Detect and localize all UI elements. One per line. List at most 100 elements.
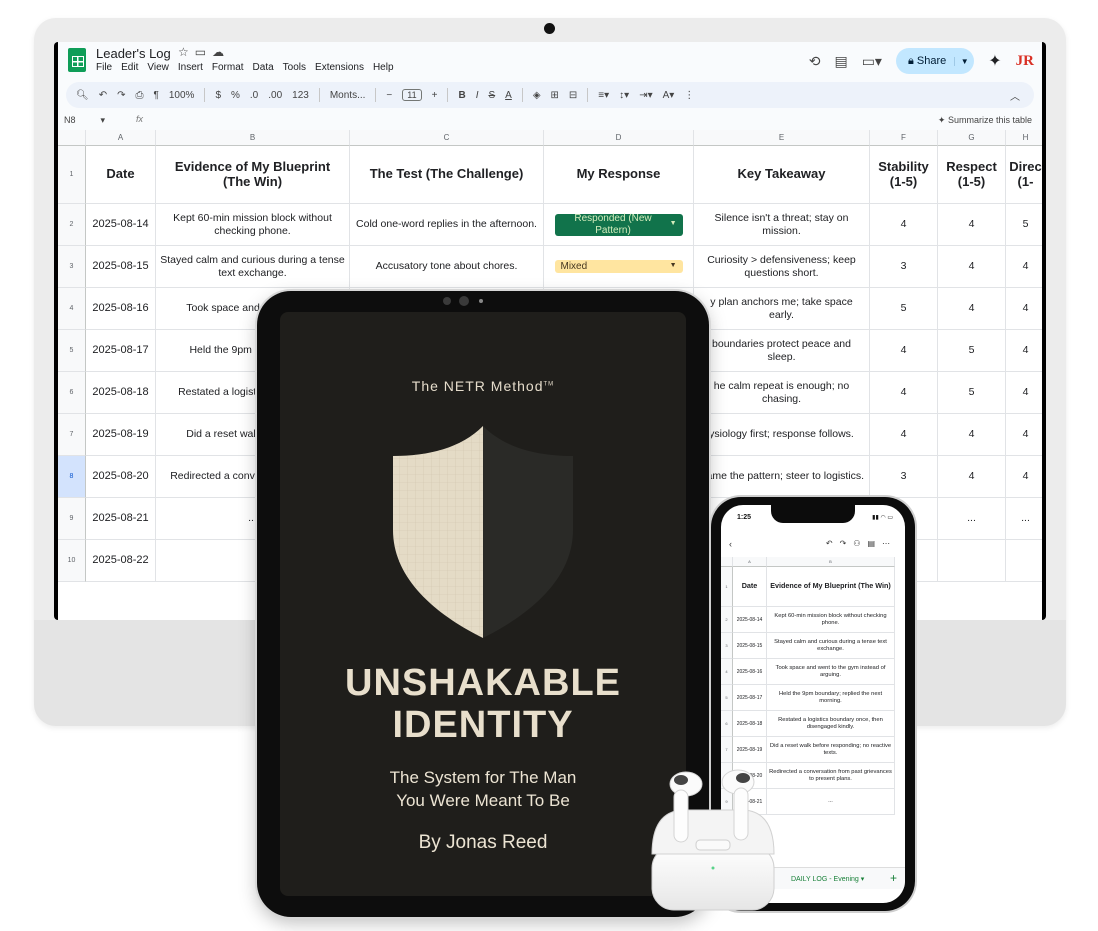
menu-format[interactable]: Format xyxy=(212,62,244,73)
row-header[interactable]: 5 xyxy=(721,685,733,711)
history-icon[interactable]: ⟲ xyxy=(809,53,821,70)
row-header[interactable]: 10 xyxy=(58,540,86,582)
cell-dir[interactable]: 5 xyxy=(1006,204,1042,246)
name-box[interactable]: N8 ▾ xyxy=(64,115,105,126)
cell-stability[interactable]: 4 xyxy=(870,372,938,414)
cell-takeaway[interactable]: y plan anchors me; take space early. xyxy=(694,288,870,330)
column-header-f[interactable]: F xyxy=(870,130,938,146)
column-header-h[interactable]: H xyxy=(1006,130,1042,146)
cell-takeaway[interactable]: he calm repeat is enough; no chasing. xyxy=(694,372,870,414)
fill-color-icon[interactable]: ◈ xyxy=(533,90,541,101)
menu-insert[interactable]: Insert xyxy=(178,62,203,73)
collapse-toolbar-icon[interactable]: ︿ xyxy=(1010,88,1020,103)
cell-date[interactable]: 2025-08-18 xyxy=(86,372,156,414)
menu-edit[interactable]: Edit xyxy=(121,62,138,73)
cell-respect[interactable]: 4 xyxy=(938,246,1006,288)
number-format-button[interactable]: 123 xyxy=(292,90,309,101)
currency-button[interactable]: $ xyxy=(215,90,221,101)
column-header-g[interactable]: G xyxy=(938,130,1006,146)
cell-date[interactable]: 2025-08-19 xyxy=(86,414,156,456)
gemini-sparkle-icon[interactable]: ✦ xyxy=(988,51,1001,71)
cell-takeaway[interactable]: Curiosity > defensiveness; keep question… xyxy=(694,246,870,288)
cell-respect[interactable]: 5 xyxy=(938,372,1006,414)
cell-dir[interactable]: 4 xyxy=(1006,246,1042,288)
menu-file[interactable]: File xyxy=(96,62,112,73)
more-icon[interactable]: ⋯ xyxy=(882,539,897,548)
align-horizontal-icon[interactable]: ≡▾ xyxy=(598,90,609,101)
star-icon[interactable]: ☆ xyxy=(178,45,195,59)
merge-cells-icon[interactable]: ⊟ xyxy=(569,90,577,101)
zoom-select[interactable]: 100% xyxy=(169,90,195,101)
strikethrough-icon[interactable]: S xyxy=(488,90,495,101)
cell-date[interactable]: 2025-08-17 xyxy=(733,685,767,711)
borders-icon[interactable]: ⊞ xyxy=(551,90,559,101)
cell-takeaway[interactable]: Silence isn't a threat; stay on mission. xyxy=(694,204,870,246)
column-header-a[interactable]: A xyxy=(86,130,156,146)
bold-icon[interactable]: B xyxy=(458,90,465,101)
row-header[interactable]: 3 xyxy=(721,633,733,659)
meet-icon[interactable]: ▭▾ xyxy=(862,53,882,70)
cell-date[interactable]: 2025-08-22 xyxy=(86,540,156,582)
cell-takeaway[interactable]: Name the pattern; steer to logistics. xyxy=(694,456,870,498)
cell-win[interactable]: Took space and went to the gym instead o… xyxy=(767,659,895,685)
row-header[interactable]: 2 xyxy=(58,204,86,246)
font-select[interactable]: Monts... xyxy=(330,90,366,101)
cell-win[interactable]: Stayed calm and curious during a tense t… xyxy=(767,633,895,659)
document-title[interactable]: Leader's Log xyxy=(96,46,171,61)
cell-takeaway[interactable]: boundaries protect peace and sleep. xyxy=(694,330,870,372)
header-cell[interactable]: Direc (1- xyxy=(1006,146,1042,204)
header-cell[interactable]: Date xyxy=(86,146,156,204)
row-header[interactable]: 1 xyxy=(721,567,733,607)
row-header[interactable]: 6 xyxy=(58,372,86,414)
print-icon[interactable]: ⎙ xyxy=(135,90,143,101)
add-sheet-button[interactable]: + xyxy=(890,871,897,885)
folder-icon[interactable]: ▭ xyxy=(195,45,212,59)
align-vertical-icon[interactable]: ↕▾ xyxy=(619,90,629,101)
cell-takeaway[interactable]: ysiology first; response follows. xyxy=(694,414,870,456)
cell-win[interactable]: Stayed calm and curious during a tense t… xyxy=(156,246,350,288)
header-cell[interactable]: Evidence of My Blueprint (The Win) xyxy=(156,146,350,204)
cell-win[interactable]: Held the 9pm boundary; replied the next … xyxy=(767,685,895,711)
cell-respect[interactable]: 5 xyxy=(938,330,1006,372)
undo-icon[interactable]: ↶ xyxy=(99,90,107,101)
cell-response[interactable]: Mixed ▼ xyxy=(544,246,694,288)
text-rotate-icon[interactable]: A▾ xyxy=(663,90,675,101)
row-header[interactable]: 1 xyxy=(58,146,86,204)
column-header-e[interactable]: E xyxy=(694,130,870,146)
header-cell[interactable]: Respect (1-5) xyxy=(938,146,1006,204)
comment-icon[interactable]: ▤ xyxy=(867,539,882,548)
row-header[interactable]: 3 xyxy=(58,246,86,288)
cell-date[interactable]: 2025-08-20 xyxy=(86,456,156,498)
tab-daily-log-evening[interactable]: DAILY LOG - Evening ▾ xyxy=(791,875,864,883)
decrease-decimal-button[interactable]: .0 xyxy=(250,90,258,101)
row-header[interactable]: 5 xyxy=(58,330,86,372)
cell-respect[interactable]: 4 xyxy=(938,204,1006,246)
undo-icon[interactable]: ↶ xyxy=(826,539,840,548)
row-header[interactable]: 6 xyxy=(721,711,733,737)
cell-date[interactable]: 2025-08-14 xyxy=(733,607,767,633)
cell-win[interactable]: Redirected a conversation from past grie… xyxy=(767,763,895,789)
menu-extensions[interactable]: Extensions xyxy=(315,62,364,73)
cell-dir[interactable]: 4 xyxy=(1006,372,1042,414)
paint-format-icon[interactable]: ¶ xyxy=(153,90,158,101)
menu-view[interactable]: View xyxy=(147,62,169,73)
column-header-b[interactable]: B xyxy=(156,130,350,146)
cell-test[interactable]: Accusatory tone about chores. xyxy=(350,246,544,288)
cell-win[interactable]: ... xyxy=(767,789,895,815)
summarize-table-button[interactable]: ✦ Summarize this table xyxy=(938,115,1032,126)
increase-decimal-button[interactable]: .00 xyxy=(268,90,282,101)
redo-icon[interactable]: ↷ xyxy=(840,539,854,548)
text-color-icon[interactable]: A xyxy=(505,90,512,101)
cell-date[interactable]: 2025-08-14 xyxy=(86,204,156,246)
font-size-decrease-button[interactable]: − xyxy=(386,90,392,101)
cell-dir[interactable]: ... xyxy=(1006,498,1042,540)
cell-win[interactable]: Kept 60-min mission block without checki… xyxy=(767,607,895,633)
font-size-input[interactable]: 11 xyxy=(402,89,422,101)
cell-stability[interactable]: 5 xyxy=(870,288,938,330)
more-options-icon[interactable]: ⋮ xyxy=(684,90,694,101)
back-icon[interactable]: ‹ xyxy=(729,539,732,549)
header-cell[interactable]: Key Takeaway xyxy=(694,146,870,204)
cell-date[interactable]: 2025-08-21 xyxy=(86,498,156,540)
select-all-corner[interactable] xyxy=(58,130,86,146)
share-button[interactable]: 🔒︎ Share ▼ xyxy=(895,48,975,74)
